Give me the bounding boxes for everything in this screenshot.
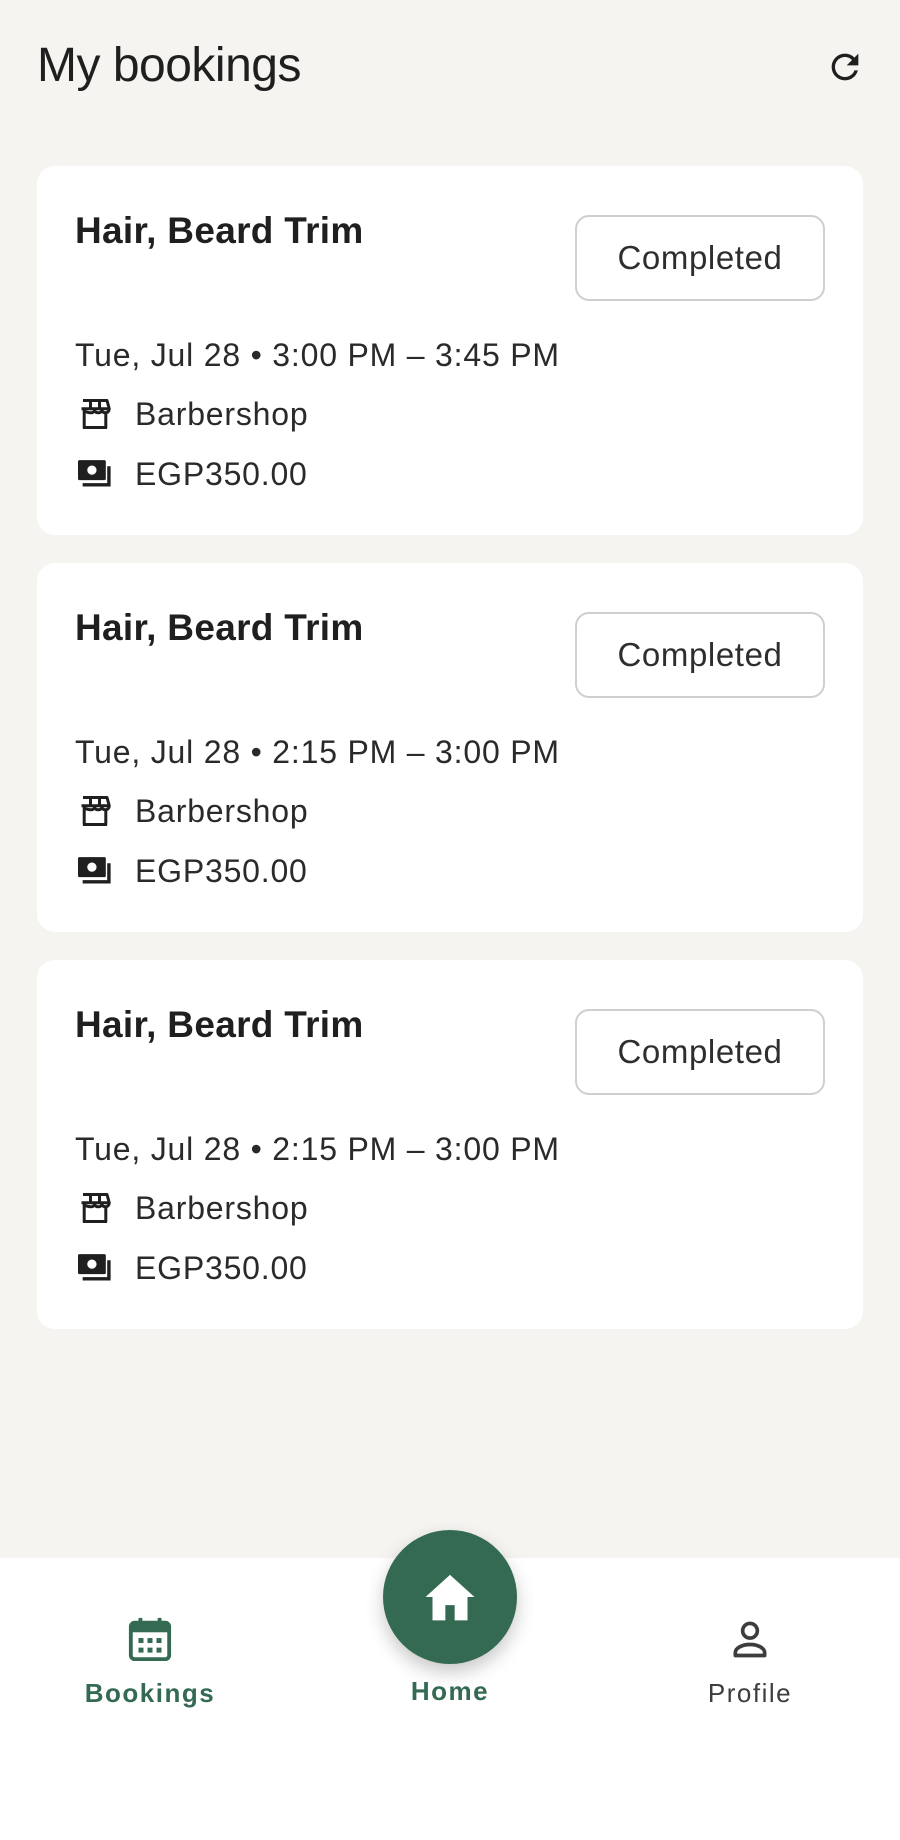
store-icon — [75, 791, 115, 831]
refresh-button[interactable] — [818, 40, 872, 94]
store-icon — [75, 394, 115, 434]
booking-title: Hair, Beard Trim — [75, 210, 364, 251]
home-button[interactable] — [383, 1530, 517, 1664]
price: EGP350.00 — [135, 455, 308, 492]
booking-shop-row: Barbershop — [75, 791, 308, 831]
shop-name: Barbershop — [135, 395, 309, 432]
price: EGP350.00 — [135, 1249, 308, 1286]
bookings-list: Hair, Beard Trim Completed Tue, Jul 28 •… — [37, 166, 863, 1357]
store-icon — [75, 1188, 115, 1228]
price: EGP350.00 — [135, 852, 308, 889]
booking-title: Hair, Beard Trim — [75, 607, 364, 648]
payments-icon — [75, 454, 115, 494]
shop-name: Barbershop — [135, 1189, 309, 1226]
nav-profile-label: Profile — [707, 1678, 793, 1708]
booking-datetime: Tue, Jul 28 • 2:15 PM – 3:00 PM — [75, 1131, 560, 1167]
nav-home-label[interactable]: Home — [300, 1676, 600, 1707]
booking-card[interactable]: Hair, Beard Trim Completed Tue, Jul 28 •… — [37, 960, 863, 1329]
payments-icon — [75, 851, 115, 891]
payments-icon — [75, 1248, 115, 1288]
booking-price-row: EGP350.00 — [75, 1248, 308, 1288]
home-icon — [425, 1574, 475, 1621]
person-icon — [725, 1614, 775, 1664]
booking-title: Hair, Beard Trim — [75, 1004, 364, 1045]
status-badge: Completed — [575, 215, 825, 301]
shop-name: Barbershop — [135, 792, 309, 829]
booking-card[interactable]: Hair, Beard Trim Completed Tue, Jul 28 •… — [37, 166, 863, 535]
booking-shop-row: Barbershop — [75, 1188, 308, 1228]
top-bar: My bookings — [0, 0, 900, 130]
booking-datetime: Tue, Jul 28 • 2:15 PM – 3:00 PM — [75, 734, 560, 770]
nav-bookings-label: Bookings — [84, 1678, 216, 1708]
booking-price-row: EGP350.00 — [75, 454, 308, 494]
calendar-icon — [125, 1614, 175, 1664]
booking-shop-row: Barbershop — [75, 394, 308, 434]
status-badge: Completed — [575, 1009, 825, 1095]
booking-card[interactable]: Hair, Beard Trim Completed Tue, Jul 28 •… — [37, 563, 863, 932]
refresh-icon — [831, 53, 859, 81]
app-root: My bookings Hair, Beard Trim Completed T… — [0, 0, 900, 1840]
status-badge: Completed — [575, 612, 825, 698]
booking-datetime: Tue, Jul 28 • 3:00 PM – 3:45 PM — [75, 337, 560, 373]
booking-price-row: EGP350.00 — [75, 851, 308, 891]
page-title: My bookings — [37, 39, 301, 92]
